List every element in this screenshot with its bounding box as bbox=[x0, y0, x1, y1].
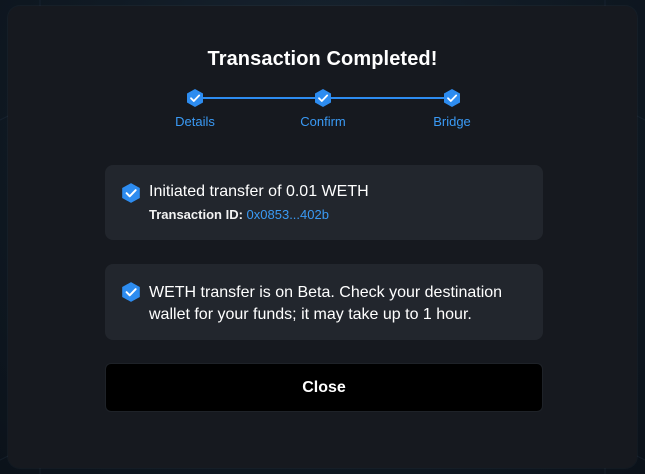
check-hex-icon bbox=[122, 183, 140, 203]
check-hex-icon bbox=[187, 89, 203, 107]
check-hex-icon bbox=[122, 282, 140, 302]
step-confirm: Confirm bbox=[283, 88, 363, 129]
close-button[interactable]: Close bbox=[105, 363, 543, 412]
transfer-status-card: Initiated transfer of 0.01 WETH Transact… bbox=[105, 165, 543, 240]
beta-notice-message: WETH transfer is on Beta. Check your des… bbox=[149, 284, 503, 323]
step-label: Bridge bbox=[433, 114, 471, 129]
transaction-id-row: Transaction ID: 0x0853...402b bbox=[149, 207, 329, 222]
beta-notice-card: WETH transfer is on Beta. Check your des… bbox=[105, 264, 543, 340]
step-label: Confirm bbox=[300, 114, 346, 129]
check-hex-icon bbox=[444, 89, 460, 107]
transfer-message: Initiated transfer of 0.01 WETH bbox=[149, 183, 369, 200]
progress-stepper: Details Confirm Bridge bbox=[0, 88, 645, 136]
check-hex-icon bbox=[315, 89, 331, 107]
step-bridge: Bridge bbox=[412, 88, 492, 129]
step-label: Details bbox=[175, 114, 215, 129]
step-details: Details bbox=[155, 88, 235, 129]
transaction-id-link[interactable]: 0x0853...402b bbox=[247, 207, 329, 222]
modal-title: Transaction Completed! bbox=[207, 48, 438, 70]
transaction-id-label: Transaction ID: bbox=[149, 207, 243, 222]
